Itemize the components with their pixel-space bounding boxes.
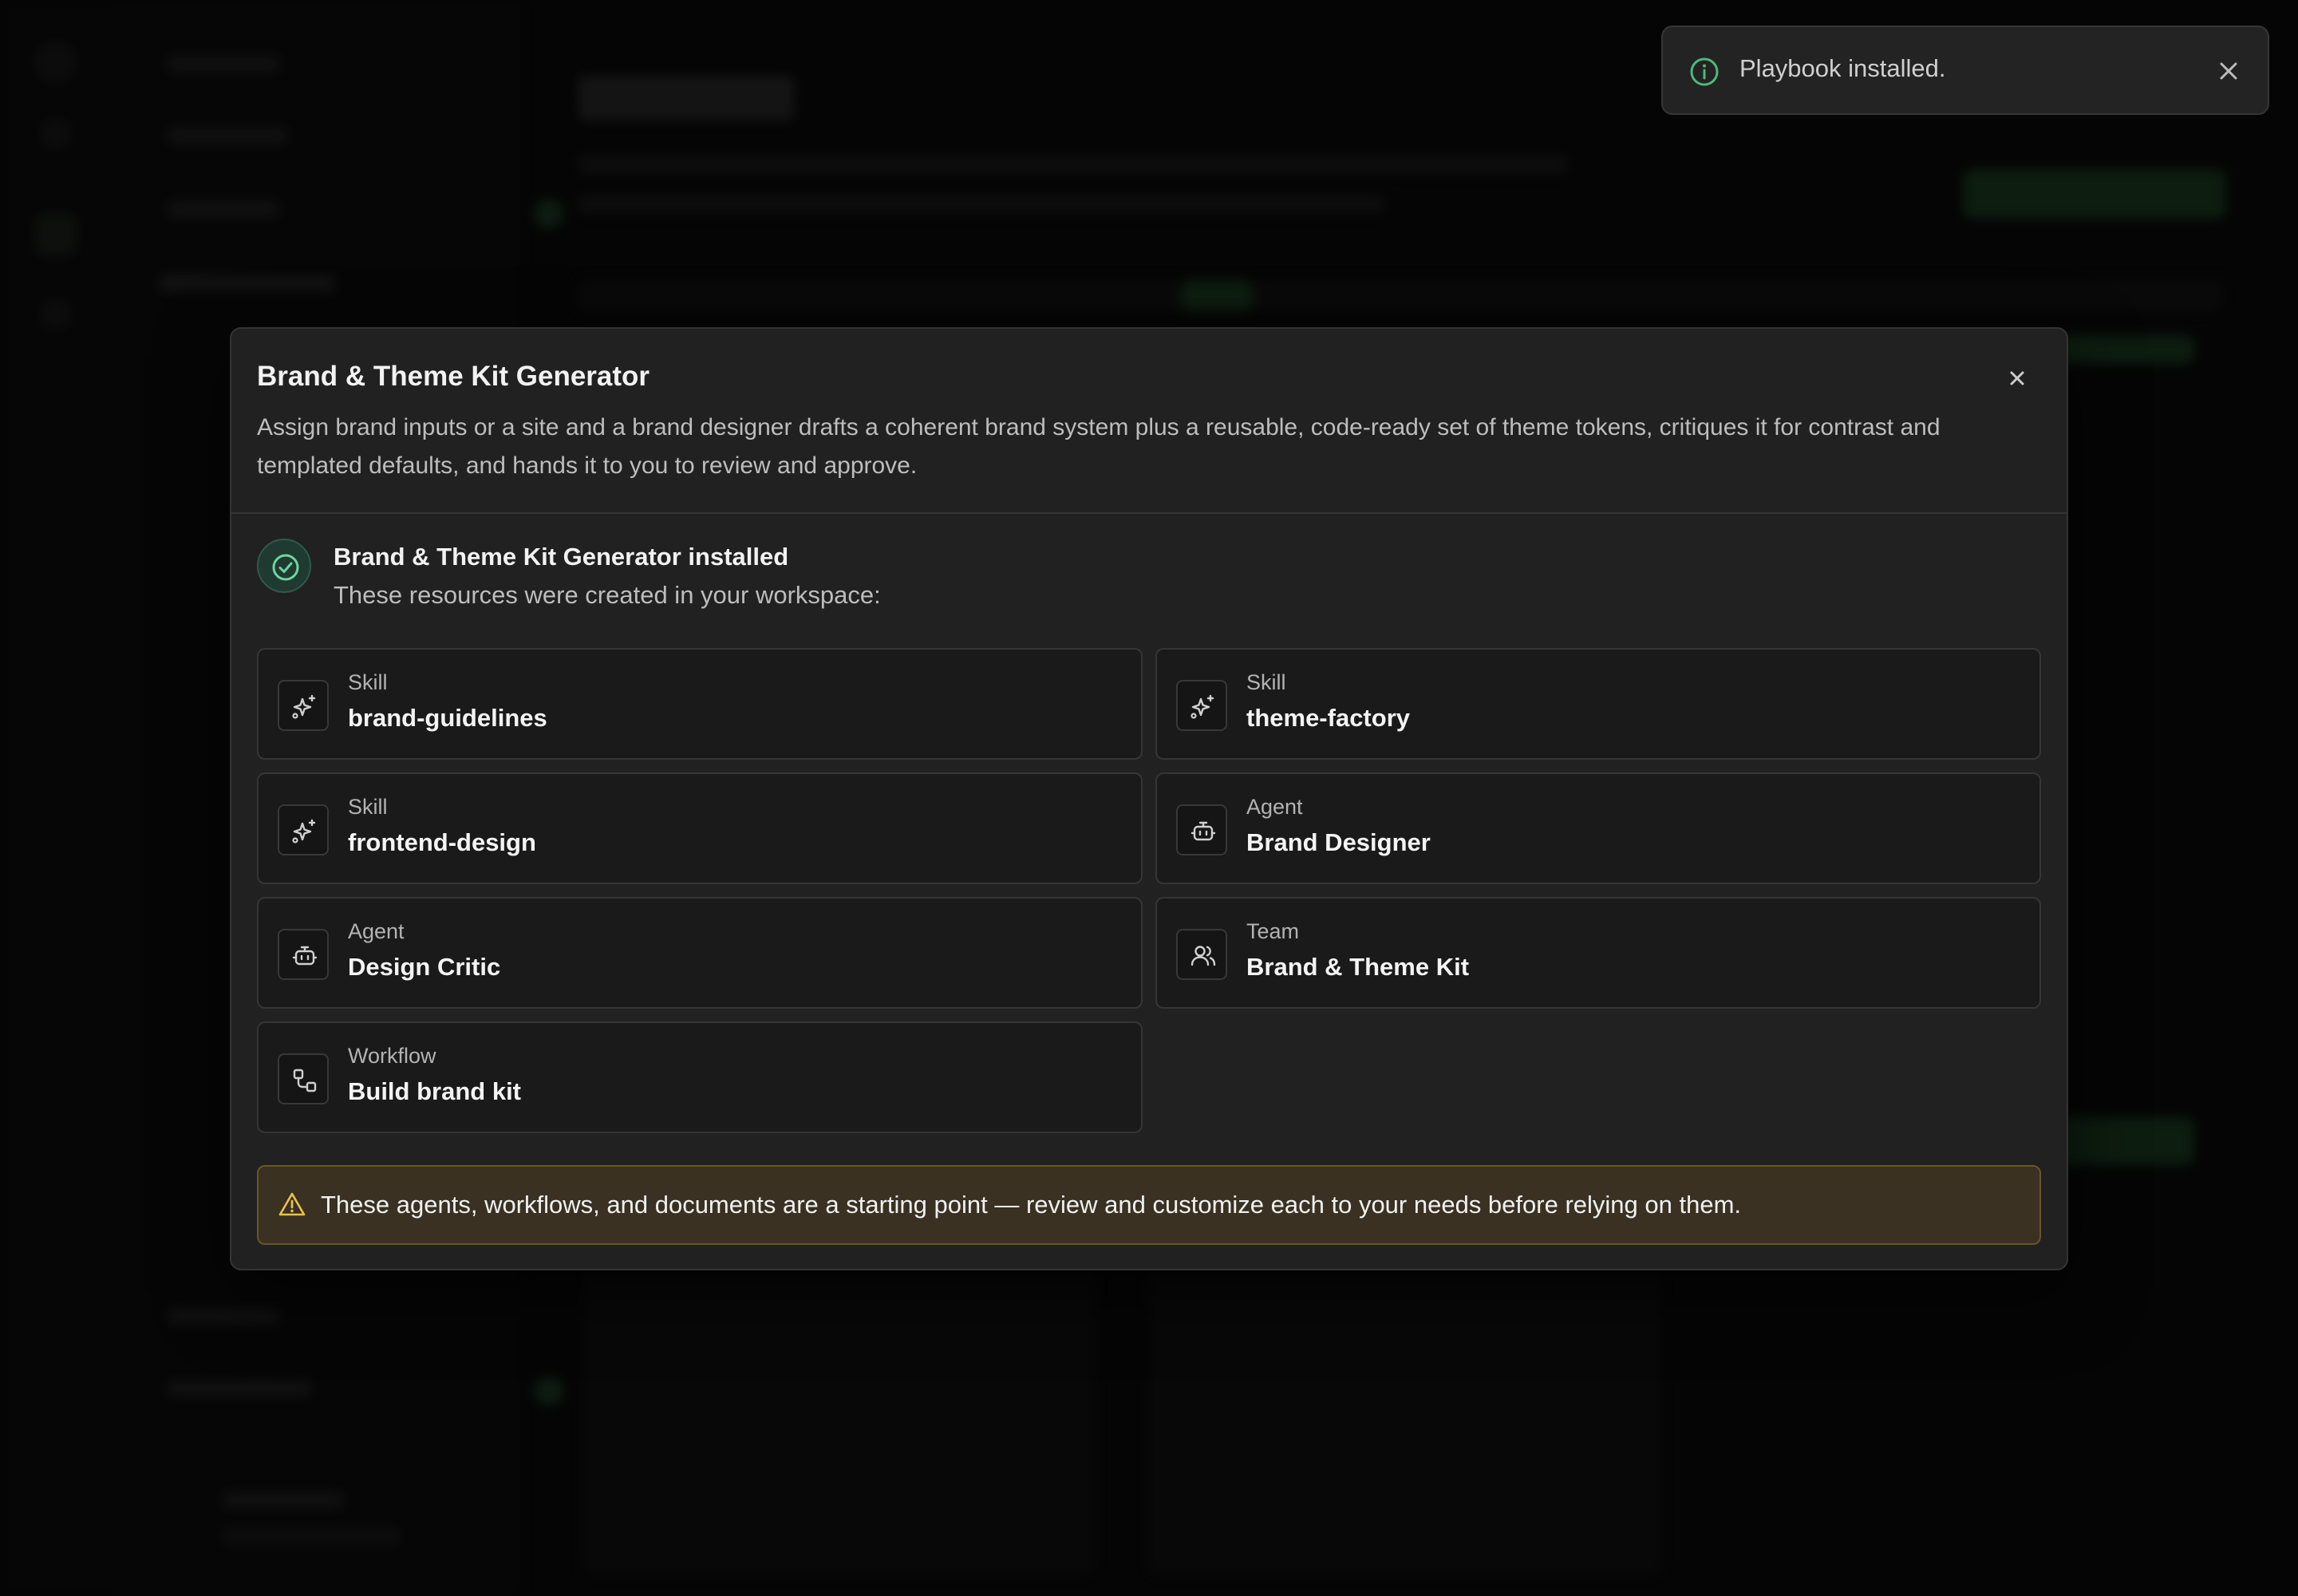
divider [231, 512, 2067, 514]
resource-name: Design Critic [348, 953, 501, 981]
close-icon[interactable] [2215, 57, 2242, 85]
sparkle-icon [278, 680, 329, 731]
modal-title: Brand & Theme Kit Generator [257, 361, 650, 392]
info-icon [1690, 57, 1719, 86]
toast-notification: Playbook installed. [1661, 26, 2269, 115]
resource-card-brand-theme-kit[interactable]: Team Brand & Theme Kit [1155, 897, 2041, 1009]
modal-description: Assign brand inputs or a site and a bran… [257, 414, 1941, 479]
resource-type: Skill [1246, 670, 1286, 694]
resource-card-brand-guidelines[interactable]: Skill brand-guidelines [257, 648, 1143, 760]
warning-banner: These agents, workflows, and documents a… [257, 1165, 2041, 1245]
resource-card-brand-designer[interactable]: Agent Brand Designer [1155, 772, 2041, 884]
resource-name: theme-factory [1246, 704, 1410, 732]
warning-text: These agents, workflows, and documents a… [321, 1191, 1742, 1219]
resource-type: Skill [348, 670, 388, 694]
workflow-icon [278, 1053, 329, 1104]
resource-card-build-brand-kit[interactable]: Workflow Build brand kit [257, 1021, 1143, 1133]
resource-card-theme-factory[interactable]: Skill theme-factory [1155, 648, 2041, 760]
resource-type: Agent [1246, 795, 1303, 819]
resource-type: Agent [348, 919, 405, 943]
toast-message: Playbook installed. [1739, 54, 1946, 82]
resource-name: Brand & Theme Kit [1246, 953, 1470, 981]
install-status-subtitle: These resources were created in your wor… [334, 581, 881, 609]
warning-icon [278, 1192, 306, 1216]
bot-icon [278, 929, 329, 980]
resource-name: brand-guidelines [348, 704, 547, 732]
users-icon [1176, 929, 1227, 980]
resource-type: Skill [348, 795, 388, 819]
install-modal: Brand & Theme Kit Generator Assign brand… [230, 327, 2068, 1270]
check-circle-icon [257, 539, 311, 593]
resource-card-design-critic[interactable]: Agent Design Critic [257, 897, 1143, 1009]
resource-card-frontend-design[interactable]: Skill frontend-design [257, 772, 1143, 884]
sparkle-icon [1176, 680, 1227, 731]
bot-icon [1176, 804, 1227, 855]
resource-name: Build brand kit [348, 1077, 521, 1105]
install-status-title: Brand & Theme Kit Generator installed [334, 543, 789, 571]
resource-type: Workflow [348, 1044, 436, 1068]
resource-type: Team [1246, 919, 1300, 943]
resource-name: frontend-design [348, 828, 536, 856]
close-icon[interactable] [2004, 365, 2030, 391]
sparkle-icon [278, 804, 329, 855]
resource-name: Brand Designer [1246, 828, 1431, 856]
